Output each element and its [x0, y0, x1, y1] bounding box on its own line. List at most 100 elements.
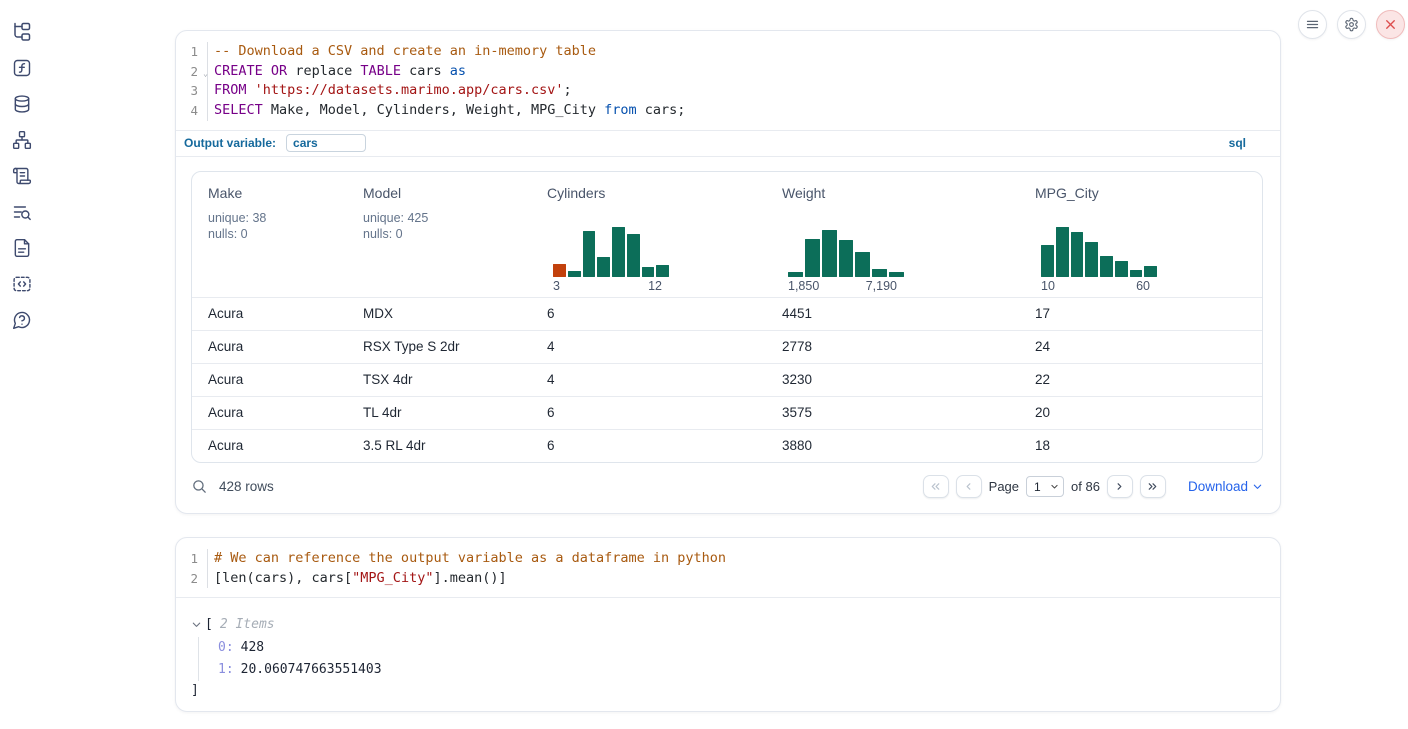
- code-line: 2[len(cars), cars["MPG_City"].mean()]: [176, 569, 1280, 589]
- sidebar-item-data-sources[interactable]: [12, 94, 32, 114]
- sidebar-item-dependency-graph[interactable]: [12, 130, 32, 150]
- histogram-bar: [855, 252, 870, 276]
- search-button[interactable]: [191, 478, 208, 495]
- table-row[interactable]: AcuraTL 4dr6357520: [192, 396, 1262, 429]
- histogram-max-label: 7,190: [866, 279, 897, 293]
- table-cell: 4451: [782, 306, 1035, 321]
- column-stat: unique: 425: [363, 210, 547, 227]
- page-total-label: of 86: [1071, 479, 1100, 494]
- histogram-bar: [1056, 227, 1069, 276]
- histogram-bar: [872, 269, 887, 276]
- code-text: FROM 'https://datasets.marimo.app/cars.c…: [208, 81, 572, 101]
- code-line: 2⌄CREATE OR replace TABLE cars as: [176, 62, 1280, 82]
- histogram-bar: [1100, 256, 1113, 277]
- table-row[interactable]: AcuraTSX 4dr4323022: [192, 363, 1262, 396]
- histogram-bar: [1130, 270, 1143, 277]
- histogram-bar: [1144, 266, 1157, 276]
- sidebar-item-snippets[interactable]: [12, 274, 32, 294]
- code-text: # We can reference the output variable a…: [208, 549, 726, 569]
- table-row[interactable]: AcuraRSX Type S 2dr4277824: [192, 330, 1262, 363]
- chevron-left-icon: [962, 480, 975, 493]
- sidebar-item-variables[interactable]: [12, 58, 32, 78]
- page-select-value: 1: [1034, 480, 1041, 494]
- sidebar: [0, 0, 44, 729]
- histogram-bar: [553, 264, 566, 277]
- table-cell: RSX Type S 2dr: [363, 339, 547, 354]
- file-tree-icon: [12, 22, 32, 42]
- column-header[interactable]: Cylinders 3 12: [547, 185, 782, 297]
- tree-item: 1:20.060747663551403: [218, 659, 1280, 681]
- column-header[interactable]: MPG_City1060: [1035, 185, 1262, 297]
- sidebar-item-documentation[interactable]: [12, 238, 32, 258]
- next-page-button[interactable]: [1107, 475, 1133, 498]
- sidebar-item-file-explorer[interactable]: [12, 22, 32, 42]
- output-variable-label: Output variable:: [184, 136, 276, 150]
- histogram-min-label: 3: [553, 279, 560, 293]
- tree-item-value: 428: [241, 640, 264, 655]
- table-cell: 2778: [782, 339, 1035, 354]
- tree-open-bracket: [: [205, 617, 213, 632]
- column-name: Model: [363, 185, 547, 201]
- column-header[interactable]: Makeunique: 38nulls: 0: [208, 185, 363, 297]
- tree-item-value: 20.060747663551403: [241, 662, 382, 677]
- tree-root[interactable]: [ 2 Items: [191, 614, 1280, 635]
- column-histogram[interactable]: 3 12: [553, 225, 669, 293]
- code-text: -- Download a CSV and create an in-memor…: [208, 42, 596, 62]
- histogram-max-label: 12: [648, 279, 662, 293]
- notebook-controls: [1298, 10, 1405, 39]
- tree-items: 0: 428 1:20.060747663551403: [198, 637, 1280, 681]
- list-search-icon: [12, 202, 32, 222]
- row-count-label: 428 rows: [219, 479, 274, 494]
- histogram-bar: [822, 230, 837, 277]
- last-page-button[interactable]: [1140, 475, 1166, 498]
- sidebar-item-outline[interactable]: [12, 166, 32, 186]
- table-row[interactable]: Acura3.5 RL 4dr6388018: [192, 429, 1262, 462]
- chevrons-right-icon: [1146, 480, 1159, 493]
- histogram-bar: [1071, 232, 1084, 277]
- column-stat: nulls: 0: [208, 226, 363, 243]
- output-tree: [ 2 Items 0:4281:20.060747663551403 ]: [176, 598, 1280, 701]
- pagination: Page 1 of 86: [923, 475, 1166, 498]
- output-variable-input[interactable]: [286, 134, 366, 152]
- language-badge: sql: [1229, 136, 1246, 150]
- table-cell: 22: [1035, 372, 1262, 387]
- column-name: Cylinders: [547, 185, 782, 201]
- column-stat: nulls: 0: [363, 226, 547, 243]
- prev-page-button[interactable]: [956, 475, 982, 498]
- code-editor[interactable]: 1# We can reference the output variable …: [176, 538, 1280, 598]
- table-cell: Acura: [208, 405, 363, 420]
- column-histogram[interactable]: 1060: [1041, 225, 1157, 293]
- table-cell: Acura: [208, 339, 363, 354]
- tree-item: 0: 428: [218, 637, 1280, 659]
- code-text: SELECT Make, Model, Cylinders, Weight, M…: [208, 101, 685, 121]
- code-snippet-icon: [12, 274, 32, 294]
- menu-button[interactable]: [1298, 10, 1327, 39]
- help-chat-icon: [12, 310, 32, 330]
- table-body: AcuraMDX6445117AcuraRSX Type S 2dr427782…: [192, 297, 1262, 462]
- table-cell: 3230: [782, 372, 1035, 387]
- sidebar-item-help[interactable]: [12, 310, 32, 330]
- chevron-right-icon: [1113, 480, 1126, 493]
- python-cell: 1# We can reference the output variable …: [175, 537, 1281, 712]
- column-header[interactable]: Model unique: 425nulls: 0: [363, 185, 547, 297]
- menu-icon: [1305, 17, 1320, 32]
- sidebar-item-logs[interactable]: [12, 202, 32, 222]
- code-line: 1# We can reference the output variable …: [176, 549, 1280, 569]
- tree-item-key: 0:: [218, 640, 234, 655]
- shutdown-button[interactable]: [1376, 10, 1405, 39]
- document-icon: [12, 238, 32, 258]
- download-button[interactable]: Download: [1188, 479, 1263, 494]
- column-histogram[interactable]: 1,8507,190: [788, 225, 904, 293]
- histogram-bar: [627, 234, 640, 277]
- settings-button[interactable]: [1337, 10, 1366, 39]
- code-editor[interactable]: 1-- Download a CSV and create an in-memo…: [176, 31, 1280, 131]
- column-header[interactable]: Weight1,8507,190: [782, 185, 1035, 297]
- histogram-bar: [788, 272, 803, 277]
- line-number: 2: [176, 569, 208, 589]
- sql-cell: 1 -- Download a CSV and create an in-memo…: [175, 30, 1281, 514]
- table-row[interactable]: AcuraMDX6445117: [192, 297, 1262, 330]
- chevron-down-icon: [1252, 481, 1263, 492]
- code-text: [len(cars), cars["MPG_City"].mean()]: [208, 569, 507, 589]
- first-page-button[interactable]: [923, 475, 949, 498]
- page-select[interactable]: 1: [1026, 476, 1064, 497]
